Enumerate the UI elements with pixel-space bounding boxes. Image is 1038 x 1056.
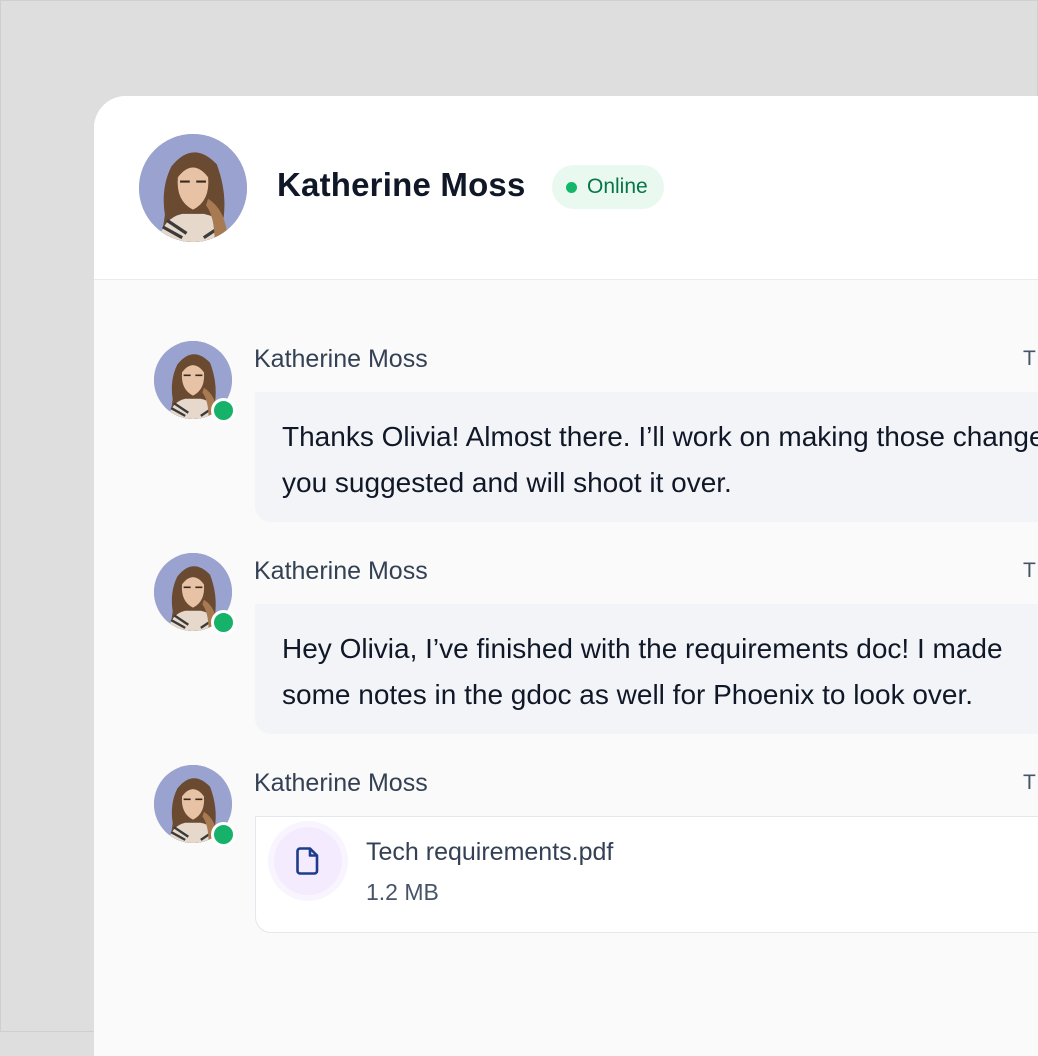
file-icon: [296, 847, 319, 875]
message-text-line: some notes in the gdoc as well for Phoen…: [282, 679, 974, 710]
file-icon-container: [274, 827, 342, 895]
file-attachment[interactable]: Tech requirements.pdf 1.2 MB: [255, 816, 1038, 933]
online-status-dot: [211, 398, 236, 423]
avatar[interactable]: [139, 134, 247, 242]
sender-avatar-wrap: [154, 553, 236, 635]
online-status-dot: [211, 610, 236, 635]
message-text-line: Hey Olivia, I’ve finished with the requi…: [282, 633, 1003, 664]
message-bubble[interactable]: Hey Olivia, I’ve finished with the requi…: [255, 604, 1038, 734]
chat-panel: Katherine Moss Online Katherine Moss T T…: [94, 96, 1038, 1056]
message-time: T: [1023, 559, 1036, 582]
contact-name: Katherine Moss: [277, 166, 526, 203]
sender-avatar-wrap: [154, 765, 236, 847]
online-dot-icon: [566, 181, 577, 193]
sender-name: Katherine Moss: [254, 769, 428, 797]
status-label: Online: [587, 175, 648, 198]
message-bubble[interactable]: Thanks Olivia! Almost there. I’ll work o…: [255, 392, 1038, 522]
chat-header: Katherine Moss Online: [94, 96, 1038, 280]
status-badge: Online: [552, 165, 664, 209]
file-size: 1.2 MB: [366, 879, 439, 905]
sender-name: Katherine Moss: [254, 557, 428, 585]
message-text-line: Thanks Olivia! Almost there. I’ll work o…: [282, 421, 1038, 452]
avatar-portrait-image: [139, 134, 247, 242]
message-time: T: [1023, 771, 1036, 794]
message-time: T: [1023, 347, 1036, 370]
file-name: Tech requirements.pdf: [366, 838, 614, 866]
sender-name: Katherine Moss: [254, 345, 428, 373]
online-status-dot: [211, 822, 236, 847]
sender-avatar-wrap: [154, 341, 236, 423]
message-text-line: you suggested and will shoot it over.: [282, 467, 732, 498]
